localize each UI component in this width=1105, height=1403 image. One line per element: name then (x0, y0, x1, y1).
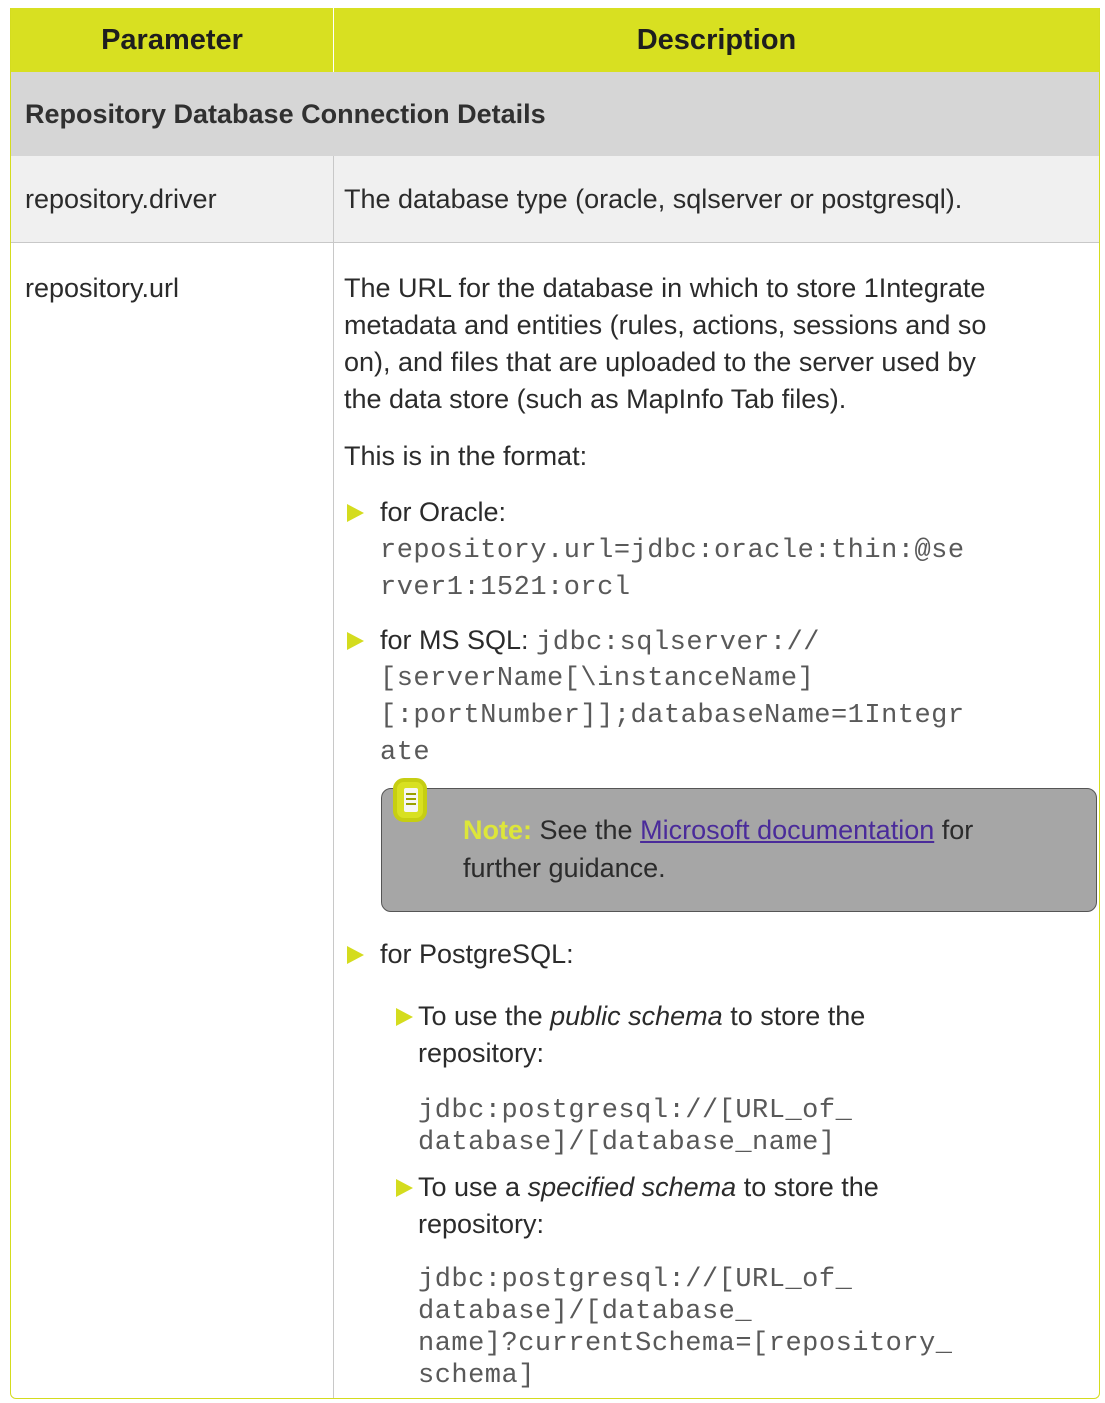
desc-line: metadata and entities (rules, actions, s… (344, 310, 987, 340)
bullet-arrow-icon (347, 632, 364, 650)
public-code-line: database]/[database_name] (418, 1128, 836, 1158)
note-text: for (934, 815, 974, 845)
mssql-code-line: [serverName[\instanceName] (380, 664, 815, 694)
desc-line: the data store (such as MapInfo Tab file… (344, 384, 847, 414)
desc-line: The URL for the database in which to sto… (344, 273, 986, 303)
format-intro: This is in the format: (344, 441, 588, 471)
text: To use the (418, 1001, 551, 1031)
param-name-driver: repository.driver (25, 184, 217, 214)
mssql-code-first: jdbc:sqlserver:// (536, 628, 820, 658)
note-line-2: further guidance. (463, 853, 666, 883)
mssql-line: for MS SQL: jdbc:sqlserver:// (380, 622, 820, 662)
microsoft-docs-link[interactable]: Microsoft documentation (640, 815, 934, 845)
column-divider (333, 156, 334, 1398)
text: to store the (736, 1172, 879, 1202)
bullet-arrow-icon (347, 504, 364, 522)
public-schema-line: To use the public schema to store the (418, 998, 865, 1035)
specified-schema-line-2: repository: (418, 1209, 545, 1239)
mssql-code-line: [:portNumber]];databaseName=1Integr (380, 701, 965, 731)
oracle-code-line: repository.url=jdbc:oracle:thin:@se (380, 536, 965, 566)
note-text: See the (532, 815, 641, 845)
postgres-label: for PostgreSQL: (380, 939, 574, 969)
public-schema-emphasis: public schema (550, 1001, 723, 1031)
section-title: Repository Database Connection Details (11, 72, 1099, 156)
bullet-arrow-icon (396, 1008, 413, 1026)
note-label: Note: (463, 815, 532, 845)
text: to store the (722, 1001, 866, 1031)
parameter-table: Parameter Description Repository Databas… (10, 8, 1100, 1399)
note-icon (393, 778, 427, 822)
specified-code-line: schema] (418, 1361, 535, 1391)
desc-line: on), and files that are uploaded to the … (344, 347, 976, 377)
param-name-url: repository.url (25, 273, 180, 303)
table-header: Parameter Description (11, 8, 1099, 72)
text: To use a (418, 1172, 528, 1202)
specified-schema-line: To use a specified schema to store the (418, 1169, 879, 1206)
header-description: Description (636, 23, 797, 56)
param-desc-driver: The database type (oracle, sqlserver or … (344, 184, 963, 214)
oracle-code-line: rver1:1521:orcl (380, 573, 631, 603)
bullet-arrow-icon (347, 946, 364, 964)
bullet-arrow-icon (396, 1179, 413, 1197)
specified-schema-emphasis: specified schema (527, 1172, 737, 1202)
mssql-code-line: ate (380, 738, 431, 768)
mssql-label: for MS SQL: (380, 625, 537, 655)
row-divider (11, 242, 1099, 243)
header-parameter: Parameter (11, 8, 334, 72)
public-schema-line-2: repository: (418, 1038, 545, 1068)
oracle-label: for Oracle: (380, 497, 507, 527)
note-line: Note: See the Microsoft documentation fo… (463, 812, 973, 849)
